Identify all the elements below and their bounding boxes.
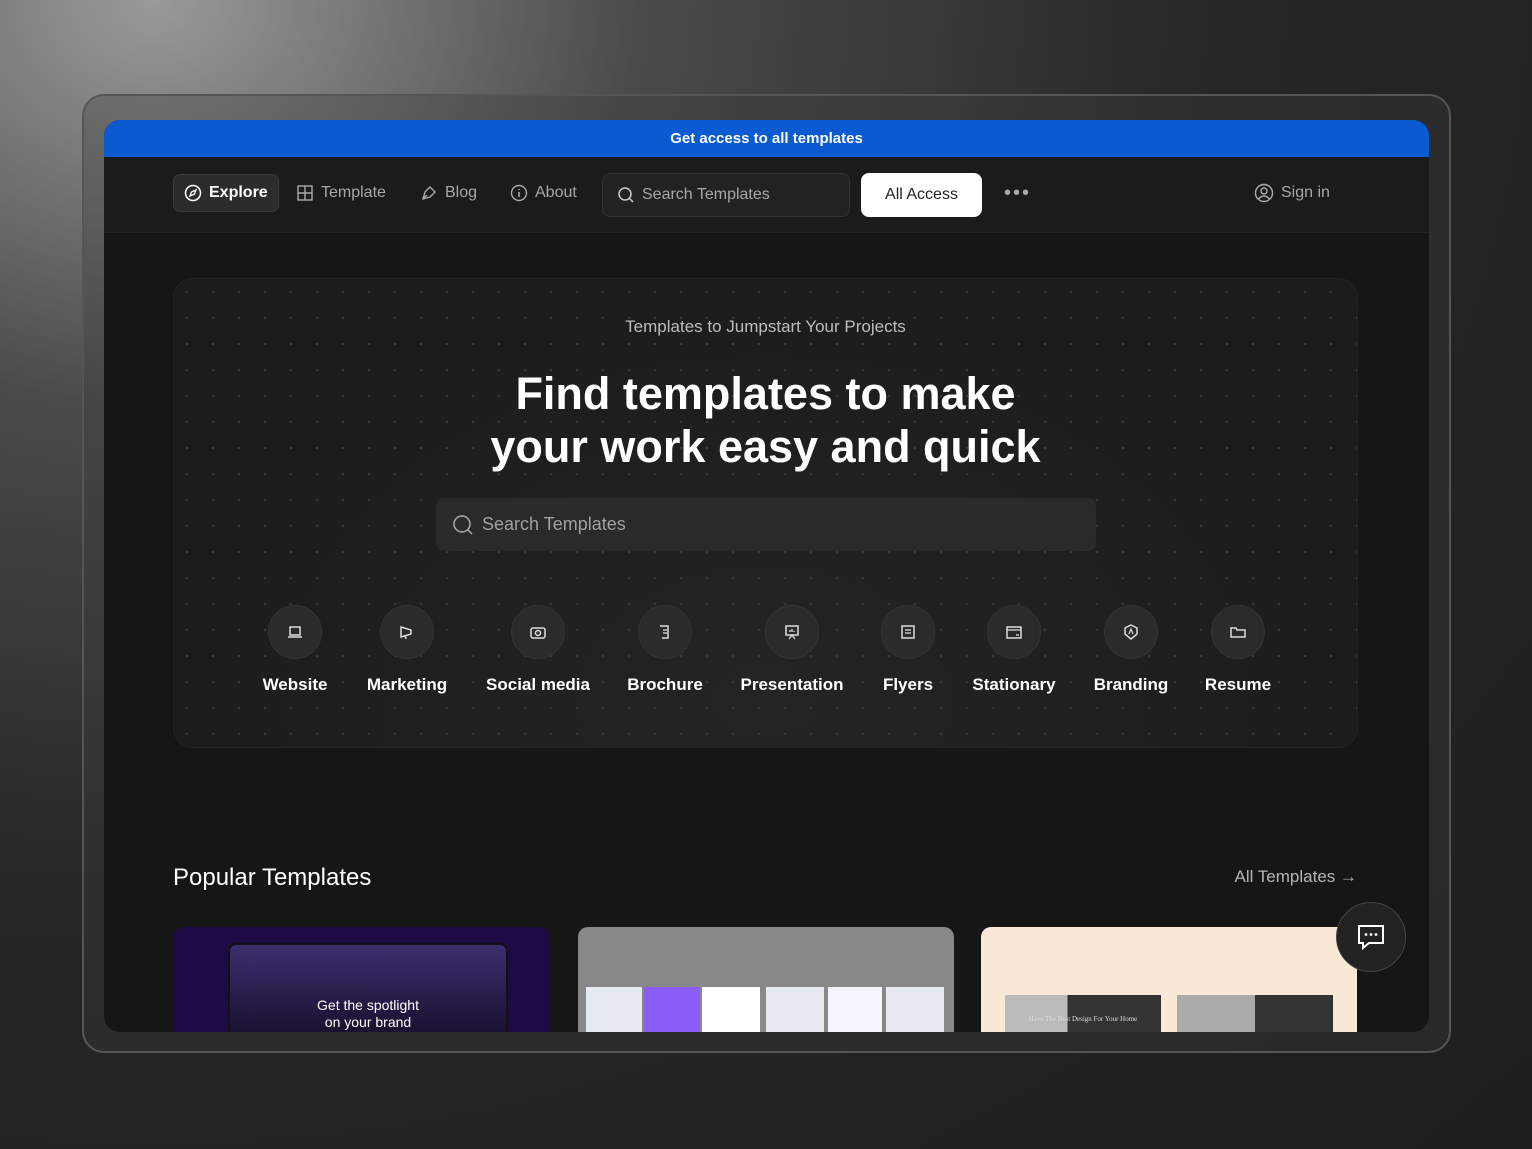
nav-search-placeholder: Search Templates xyxy=(642,186,770,203)
hero-section: Templates to Jumpstart Your Projects Fin… xyxy=(173,278,1358,748)
category-icon-circle xyxy=(1211,605,1265,659)
category-label: Marketing xyxy=(366,675,448,694)
megaphone-icon xyxy=(400,625,412,640)
category-label: Resume xyxy=(1204,675,1272,694)
top-nav: Explore Template Blog About Search Templ… xyxy=(104,157,1429,233)
search-icon xyxy=(618,187,634,203)
hero-search-input[interactable]: Search Templates xyxy=(436,498,1096,551)
category-icon-circle xyxy=(511,605,565,659)
laptop-icon xyxy=(288,626,302,638)
user-icon xyxy=(1254,183,1274,203)
hero-title-line1: Find templates to make xyxy=(515,368,1016,419)
category-icon-circle xyxy=(987,605,1041,659)
nav-blog[interactable]: Blog xyxy=(410,174,487,212)
more-menu-button[interactable]: ••• xyxy=(994,174,1041,212)
grid-icon xyxy=(297,185,313,201)
category-icon-circle xyxy=(268,605,322,659)
template-thumbnail: Get the spotlight on your brand xyxy=(228,943,508,1032)
nav-template-label: Template xyxy=(321,184,386,201)
nav-template[interactable]: Template xyxy=(286,174,396,212)
card-text: Get the spotlight xyxy=(317,997,419,1013)
chat-button[interactable] xyxy=(1336,902,1406,972)
camera-icon xyxy=(530,627,546,639)
pen-icon xyxy=(421,186,436,201)
document-icon xyxy=(901,625,915,639)
hero-title: Find templates to make your work easy and… xyxy=(174,367,1357,473)
template-card[interactable] xyxy=(578,927,954,1032)
nav-explore[interactable]: Explore xyxy=(173,174,279,212)
nav-explore-label: Explore xyxy=(209,184,268,201)
card-text: on your brand xyxy=(324,1014,412,1030)
category-icon-circle xyxy=(881,605,935,659)
category-icon-circle xyxy=(765,605,819,659)
compass-icon xyxy=(184,184,202,202)
all-templates-link[interactable]: All Templates → xyxy=(1234,867,1357,887)
card-text: Have The Best Design For Your Home xyxy=(1028,1015,1138,1023)
category-icon-circle xyxy=(1104,605,1158,659)
sign-in-label: Sign in xyxy=(1281,184,1330,201)
nav-search-input[interactable]: Search Templates xyxy=(602,173,850,217)
card-icon xyxy=(1006,626,1022,639)
category-marketing[interactable]: Marketing xyxy=(332,605,482,695)
category-icon-circle xyxy=(638,605,692,659)
sign-in-button[interactable]: Sign in xyxy=(1244,174,1340,212)
banner-text: Get access to all templates xyxy=(670,130,863,147)
scroll-icon xyxy=(660,625,669,639)
template-card[interactable]: Get the spotlight on your brand xyxy=(173,927,549,1032)
hero-search-placeholder: Search Templates xyxy=(482,514,626,534)
info-icon xyxy=(510,184,528,202)
chat-icon xyxy=(1358,925,1384,951)
presentation-icon xyxy=(785,625,799,640)
nav-blog-label: Blog xyxy=(445,184,478,201)
popular-templates-heading: Popular Templates xyxy=(173,864,372,891)
promo-banner[interactable]: Get access to all templates xyxy=(104,120,1429,157)
hero-title-line2: your work easy and quick xyxy=(490,421,1041,472)
nav-about-label: About xyxy=(535,184,577,201)
all-access-label: All Access xyxy=(885,186,958,203)
nav-about[interactable]: About xyxy=(500,174,587,212)
more-icon: ••• xyxy=(1004,181,1032,204)
hero-kicker: Templates to Jumpstart Your Projects xyxy=(625,317,906,336)
folder-icon xyxy=(1230,627,1246,638)
app-window: Get access to all templates Explore Temp… xyxy=(104,120,1429,1032)
category-resume[interactable]: Resume xyxy=(1163,605,1313,695)
template-card[interactable]: Have The Best Design For Your Home xyxy=(981,927,1357,1032)
badge-icon xyxy=(1124,624,1138,640)
search-icon xyxy=(453,514,473,535)
category-icon-circle xyxy=(380,605,434,659)
all-access-button[interactable]: All Access xyxy=(861,173,982,217)
